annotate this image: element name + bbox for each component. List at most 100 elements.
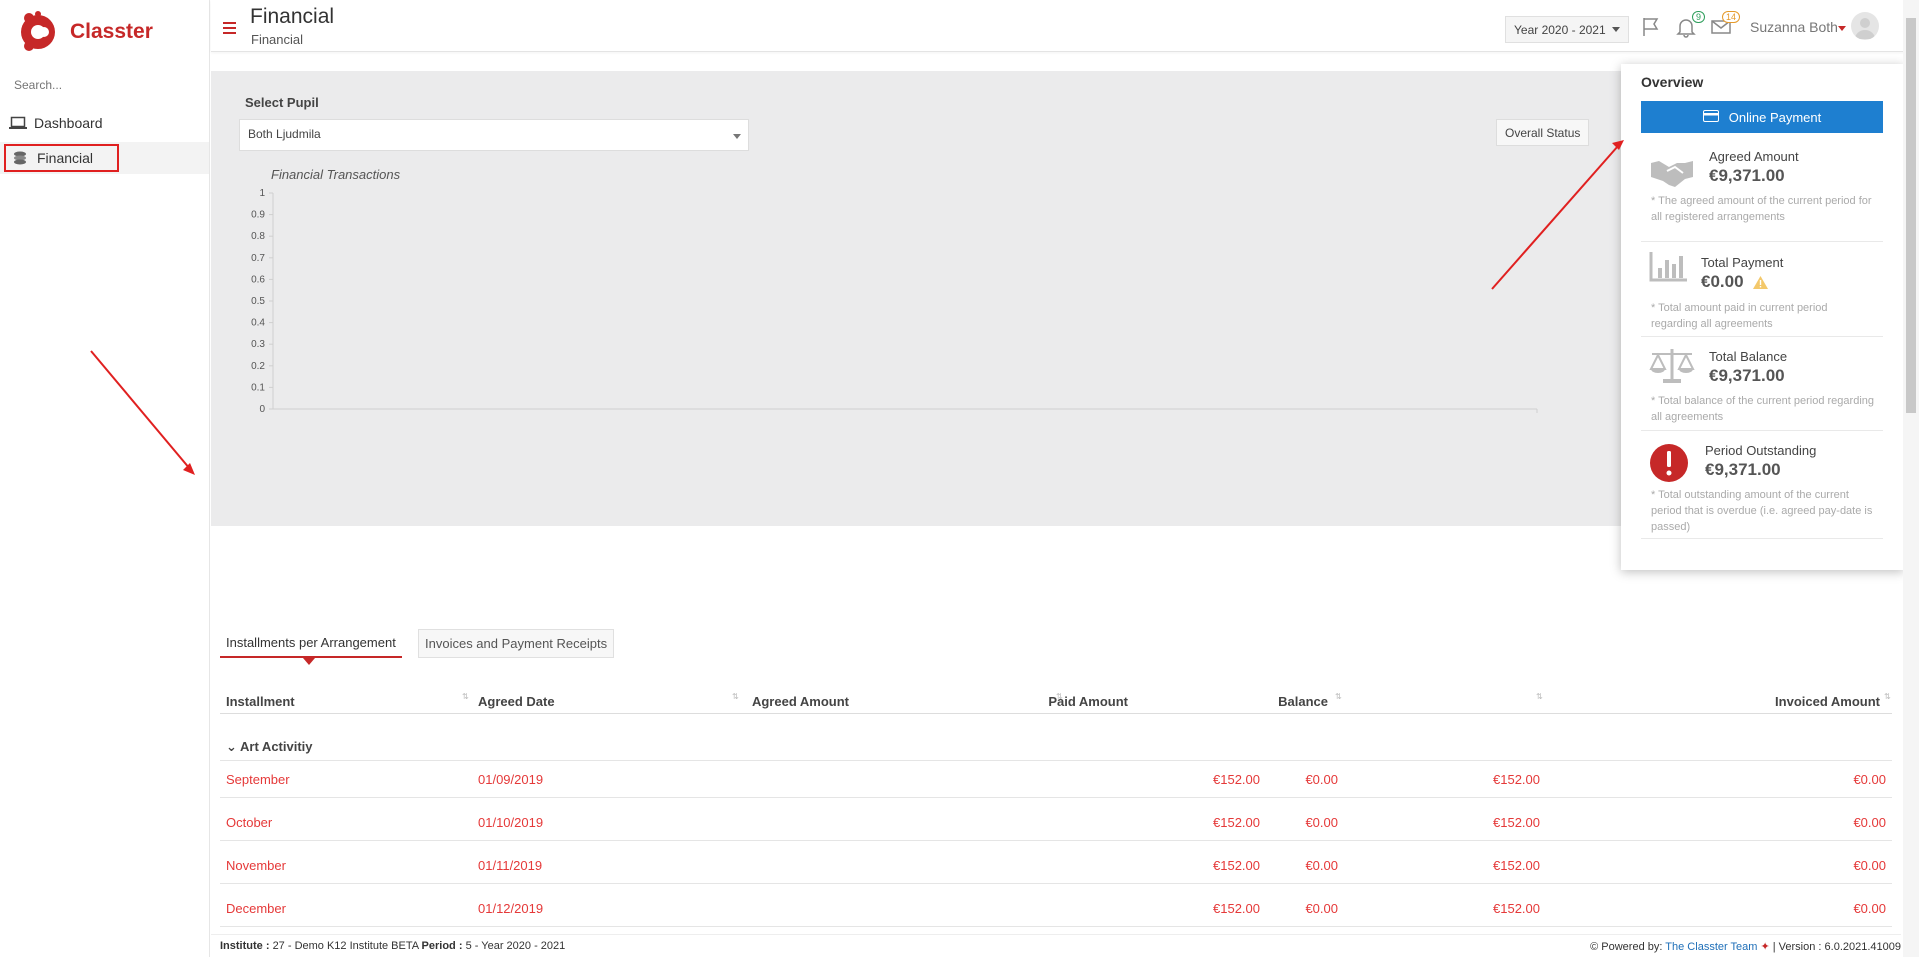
period-value: 5 - Year 2020 - 2021 [465,940,566,952]
table-row[interactable]: November 01/11/2019 €152.00 €0.00 €152.0… [220,848,1892,884]
page-title: Financial [250,5,335,28]
overview-item-note: * Total balance of the current period re… [1651,395,1874,423]
credit-card-icon [1702,109,1719,125]
powered-label: Powered by: [1601,941,1663,953]
user-menu[interactable]: Suzanna Both [1750,19,1838,35]
overview-period-outstanding: Period Outstanding €9,371.00 * Total out… [1641,431,1883,539]
group-name: Art Activitiy [240,739,313,754]
table-group-row[interactable]: ⌄ Art Activitiy [220,733,1892,761]
exclamation-icon [1649,443,1695,483]
online-payment-label: Online Payment [1728,109,1822,125]
sort-icon[interactable]: ⇅ [732,692,739,701]
cell-installment: November [226,858,286,873]
chevron-down-icon[interactable] [1838,26,1846,31]
cell-balance: €152.00 [1493,901,1540,916]
y-tick-label: 0.5 [251,296,265,307]
cell-balance: €152.00 [1493,815,1540,830]
cell-balance: €152.00 [1493,858,1540,873]
cell-paid-amount: €0.00 [1305,901,1338,916]
select-pupil-label: Select Pupil [245,95,319,110]
table-row[interactable]: December 01/12/2019 €152.00 €0.00 €152.0… [220,891,1892,927]
tab-installments-per-arrangement[interactable]: Installments per Arrangement [220,629,402,658]
footer-info: Institute : 27 - Demo K12 Institute BETA… [220,940,565,952]
pupil-select-value: Both Ljudmila [248,127,321,141]
overview-item-note: * Total amount paid in current period re… [1651,302,1828,330]
column-header-paid-amount[interactable]: Paid Amount [1048,694,1128,709]
year-select[interactable]: Year 2020 - 2021 [1505,16,1629,43]
year-select-value: Year 2020 - 2021 [1514,22,1606,37]
top-header: Financial Financial Year 2020 - 2021 9 1… [211,0,1919,52]
table-row[interactable]: September 01/09/2019 €152.00 €0.00 €152.… [220,762,1892,798]
brand-name: Classter [70,20,153,43]
group-label: ⌄ Art Activitiy [226,739,313,754]
envelope-icon[interactable]: 14 [1710,11,1740,38]
footer-credits: © Powered by: The Classter Team ✦ | Vers… [1590,940,1901,953]
sort-icon[interactable]: ⇅ [1536,692,1543,701]
cell-agreed-amount: €152.00 [1213,815,1260,830]
online-payment-button[interactable]: Online Payment [1641,101,1883,133]
notification-badge: 9 [1691,11,1705,23]
scale-icon [1649,347,1695,387]
cell-invoiced-amount: €0.00 [1853,772,1886,787]
column-header-agreed-date[interactable]: Agreed Date [478,694,555,709]
bell-icon[interactable]: 9 [1675,11,1705,38]
column-header-installment[interactable]: Installment [226,694,295,709]
overview-item-amount: €0.00 [1701,272,1744,291]
cell-invoiced-amount: €0.00 [1853,901,1886,916]
flag-icon[interactable] [1640,16,1664,38]
cell-paid-amount: €0.00 [1305,772,1338,787]
cell-paid-amount: €0.00 [1305,858,1338,873]
column-header-agreed-amount[interactable]: Agreed Amount [752,694,849,709]
footer: Institute : 27 - Demo K12 Institute BETA… [211,934,1901,957]
table-row[interactable]: October 01/10/2019 €152.00 €0.00 €152.00… [220,805,1892,841]
cell-invoiced-amount: €0.00 [1853,858,1886,873]
handshake-icon [1649,153,1695,193]
overview-item-note: * Total outstanding amount of the curren… [1651,489,1873,533]
sidebar-search-input[interactable] [14,74,194,96]
y-tick-label: 1 [259,188,265,199]
y-tick-label: 0.1 [251,382,265,393]
avatar[interactable] [1851,12,1879,40]
overview-item-note: * The agreed amount of the current perio… [1651,195,1872,223]
y-tick-label: 0.3 [251,339,265,350]
sort-icon[interactable]: ⇅ [1884,692,1891,701]
version-text: | Version : 6.0.2021.41009 [1772,941,1901,953]
breadcrumb: Financial [251,32,304,47]
y-tick-label: 0 [259,404,265,415]
overview-item-amount: €9,371.00 [1709,366,1785,385]
sidebar-item-financial[interactable]: Financial [0,142,209,174]
sidebar-item-dashboard[interactable]: Dashboard [0,107,209,139]
cell-installment: December [226,901,286,916]
brand-logo[interactable]: Classter [18,10,153,54]
overview-item-name: Total Balance [1709,349,1788,364]
overview-popup: Overview Online Payment Agreed Amount €9… [1621,64,1904,570]
overview-item-amount: €9,371.00 [1709,166,1785,185]
menu-toggle-icon[interactable] [223,22,236,37]
pupil-select[interactable]: Both Ljudmila [239,119,749,151]
y-tick-label: 0.7 [251,253,265,264]
cell-agreed-date: 01/12/2019 [478,901,544,916]
y-tick-label: 0.4 [251,318,265,329]
sort-icon[interactable]: ⇅ [1335,692,1342,701]
cell-agreed-amount: €152.00 [1213,901,1260,916]
overview-item-name: Agreed Amount [1709,149,1799,164]
chevron-down-icon [733,134,741,139]
y-tick-label: 0.8 [251,231,265,242]
cell-installment: September [226,772,290,787]
page-scrollbar[interactable] [1903,0,1919,957]
sidebar-item-label: Financial [37,150,94,166]
y-tick-label: 0.2 [251,361,265,372]
powered-link[interactable]: The Classter Team [1665,941,1757,953]
cell-paid-amount: €0.00 [1305,815,1338,830]
cell-invoiced-amount: €0.00 [1853,815,1886,830]
column-header-balance[interactable]: Balance [1278,694,1328,709]
tab-invoices-and-payment-receipts[interactable]: Invoices and Payment Receipts [418,629,615,658]
classter-logo-icon [18,10,58,54]
message-badge: 14 [1721,11,1740,23]
sidebar: Classter Dashboard Financial [0,0,210,957]
scrollbar-thumb[interactable] [1906,18,1916,413]
sort-icon[interactable]: ⇅ [462,692,469,701]
overview-agreed-amount: Agreed Amount €9,371.00 * The agreed amo… [1641,149,1883,242]
column-header-invoiced-amount[interactable]: Invoiced Amount [1775,694,1880,709]
overall-status-button[interactable]: Overall Status [1496,119,1590,146]
